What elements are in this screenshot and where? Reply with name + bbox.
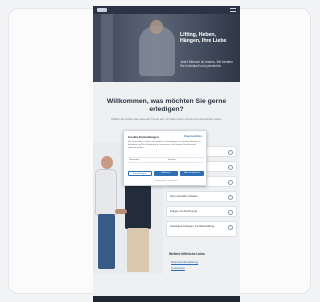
site-logo[interactable] xyxy=(97,8,107,12)
link-privacy[interactable]: Datenschutzerklärung xyxy=(171,260,198,264)
link-imprint[interactable]: Impressum xyxy=(171,266,185,270)
hero-background-detail xyxy=(101,14,113,82)
cookie-consent-dialog: Cookie-Einstellungen Usercentrics Wir ve… xyxy=(123,130,207,186)
person-right-legs xyxy=(127,228,149,272)
category-necessary: Notwendig xyxy=(129,159,140,161)
hero-person-head xyxy=(150,20,163,34)
category-statistics: Statistik xyxy=(168,159,176,161)
links-heading: Weitere hilfreiche Links xyxy=(169,252,205,256)
option-label: Sonstiges Anliegen zur Behandlung xyxy=(170,224,215,228)
hero-subtitle: Jeder Mensch ist anders. Wir beraten Sie… xyxy=(180,60,233,68)
option-item[interactable]: Ihren Kontakt mitteilen xyxy=(166,191,237,202)
person-left-head xyxy=(101,156,113,169)
radio-icon[interactable] xyxy=(228,165,233,170)
hero-banner: Lifting, Heben, Hängen, Ihre Liebe Jeder… xyxy=(93,14,240,82)
intro-text: Wählen Sie einfach das passende Thema au… xyxy=(111,118,222,121)
person-left-legs xyxy=(98,214,115,269)
consent-category-row[interactable]: Notwendig Statistik xyxy=(128,157,204,163)
radio-icon[interactable] xyxy=(228,195,233,200)
site-footer xyxy=(93,296,240,302)
settings-button[interactable]: Einstellungen xyxy=(128,171,152,176)
page-title: Willkommen, was möchten Sie gerne erledi… xyxy=(106,98,227,113)
holding-hands xyxy=(115,209,127,214)
deny-button[interactable]: Ablehnen xyxy=(154,171,178,176)
accept-all-button[interactable]: Alle akzeptieren xyxy=(180,171,204,176)
dialog-brand: Usercentrics xyxy=(183,134,202,138)
page-screenshot: Lifting, Heben, Hängen, Ihre Liebe Jeder… xyxy=(93,6,240,302)
option-label: Ihren Kontakt mitteilen xyxy=(170,194,198,198)
radio-icon[interactable] xyxy=(228,150,233,155)
dialog-footer-links[interactable]: Datenschutz · Impressum xyxy=(128,180,204,182)
option-item[interactable]: Sonstiges Anliegen zur Behandlung xyxy=(166,221,237,237)
person-left-body xyxy=(95,169,117,215)
option-label: Fragen zur Rechnung xyxy=(170,209,198,213)
site-header xyxy=(93,6,240,14)
hero-title: Lifting, Heben, Hängen, Ihre Liebe xyxy=(180,32,227,44)
option-item[interactable]: Fragen zur Rechnung xyxy=(166,206,237,217)
radio-icon[interactable] xyxy=(228,210,233,215)
menu-icon[interactable] xyxy=(230,8,236,12)
dialog-title: Cookie-Einstellungen xyxy=(128,135,159,139)
radio-icon[interactable] xyxy=(228,180,233,185)
radio-icon[interactable] xyxy=(228,225,233,230)
dialog-text: Wir verwenden Cookies und ähnliche Techn… xyxy=(128,141,201,149)
